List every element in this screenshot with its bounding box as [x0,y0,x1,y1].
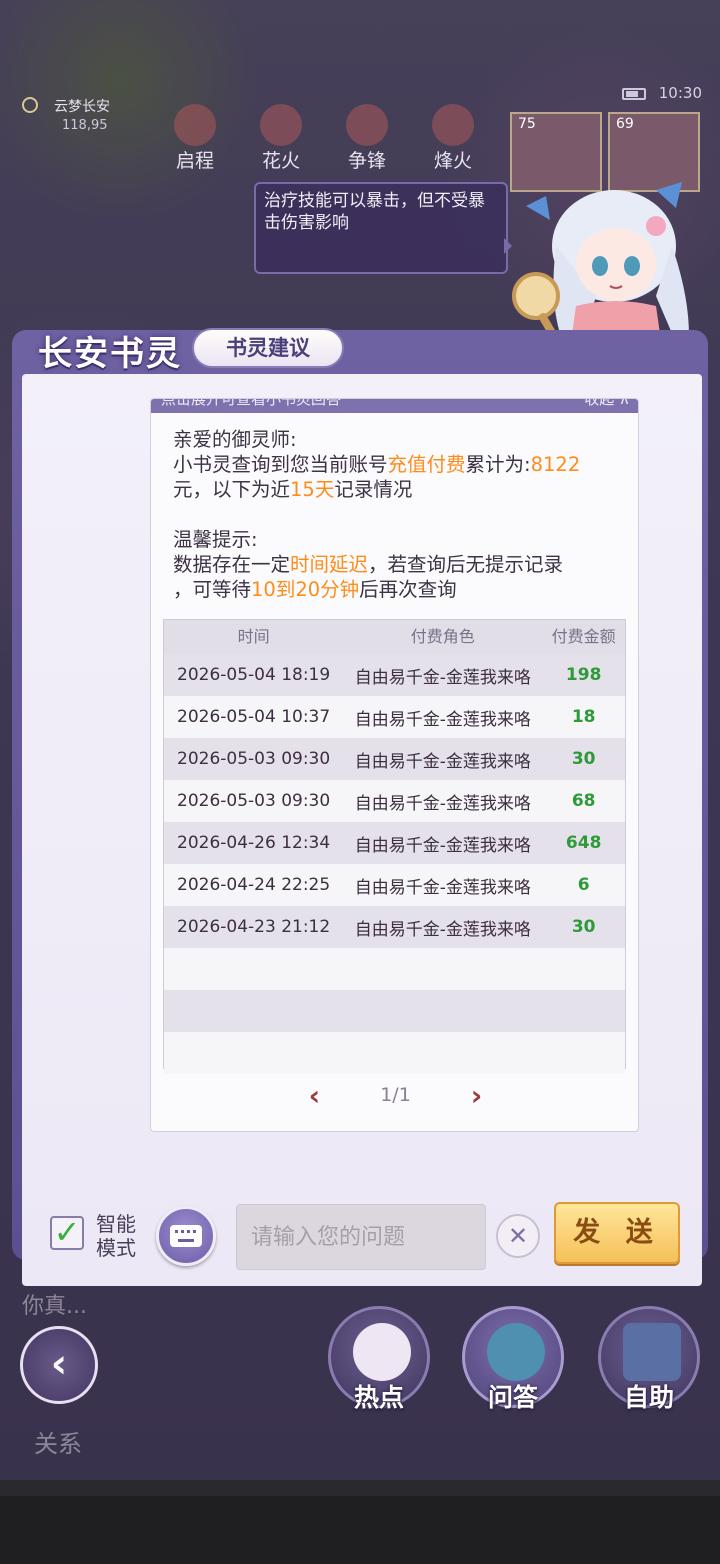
tip2-pre: ，可等待 [173,578,252,601]
mascot-face-icon [353,1323,411,1381]
page-indicator: 1/1 [380,1084,411,1106]
keyboard-button[interactable] [156,1206,216,1266]
question-input[interactable] [236,1204,486,1270]
location-icon [22,97,38,113]
tip1-highlight: 时间延迟 [290,553,369,576]
clear-icon[interactable]: ✕ [496,1214,540,1258]
smart-mode-label-line2: 模式 [96,1236,136,1260]
collapse-toggle[interactable]: 收起 ∧ [584,399,630,413]
nav-hot-label: 热点 [353,1383,404,1412]
cell-time: 2026-05-03 09:30 [177,749,331,769]
table-row: 2026-05-03 09:30 自由易千金-金莲我来咯 30 [164,738,625,780]
answer-card: 点击展开可查看小书灵回答 收起 ∧ 亲爱的御灵师: 小书灵查询到您当前账号充值付… [150,398,639,1132]
cell-amount: 30 [571,749,596,769]
nav-selfhelp-label: 自助 [623,1383,674,1412]
card-header[interactable]: 点击展开可查看小书灵回答 收起 ∧ [151,398,638,413]
location-coord: 118,95 [62,118,108,133]
total-mid: 累计为: [465,453,531,476]
pagination: ‹ 1/1 › [151,1075,638,1115]
total-pre: 小书灵查询到您当前账号 [173,453,388,476]
total-amount: 8122 [530,453,581,476]
clock: 10:30 [658,84,702,102]
cell-time: 2026-05-04 10:37 [177,707,331,727]
selfhelp-icon [623,1323,681,1381]
cell-amount: 30 [571,917,596,937]
scholar-icon [487,1323,545,1381]
tip1-post: ，若查询后无提示记录 [368,553,564,576]
smart-mode-label: 智能 模式 [96,1212,136,1260]
smart-mode-checkbox[interactable]: ✓ [50,1216,84,1250]
cell-time: 2026-04-23 21:12 [177,917,331,937]
cell-role: 自由易千金-金莲我来咯 [354,751,531,772]
cell-role: 自由易千金-金莲我来咯 [354,709,531,730]
nav-qa-label: 问答 [487,1383,538,1412]
cell-time: 2026-04-24 22:25 [177,875,331,895]
menu-item-qicheng[interactable]: 启程 [160,104,230,173]
card-header-hint: 点击展开可查看小书灵回答 [161,398,342,408]
header-time: 时间 [237,627,270,646]
table-row: 2026-04-23 21:12 自由易千金-金莲我来咯 30 [164,906,625,948]
total-highlight: 充值付费 [387,453,466,476]
back-button[interactable]: ‹ [20,1326,98,1404]
header-amount: 付费金额 [551,627,616,646]
menu-item-zhengfeng[interactable]: 争锋 [332,104,402,173]
cell-time: 2026-05-04 18:19 [177,665,331,685]
next-page-icon[interactable]: › [471,1079,483,1112]
send-button[interactable]: 发 送 [554,1202,680,1264]
table-body: 2026-05-04 18:19 自由易千金-金莲我来咯 198 2026-05-0… [164,654,625,1074]
keyboard-icon [170,1225,202,1247]
total-line: 小书灵查询到您当前账号充值付费累计为:8122 [173,452,633,477]
tip-line-1: 数据存在一定时间延迟，若查询后无提示记录 [173,552,633,577]
header-role: 付费角色 [410,627,475,646]
menu-item-fenghuo[interactable]: 烽火 [418,104,488,173]
system-bottom-bar [0,1480,720,1564]
battery-icon [622,88,646,100]
payment-table: 时间 付费角色 付费金额 2026-05-04 18:19 自由易千金-金莲我来咯… [163,619,626,1074]
side-label-top: 你真... [22,1294,87,1319]
cell-time: 2026-04-26 12:34 [177,833,331,853]
cell-role: 自由易千金-金莲我来咯 [354,877,531,898]
tab-advice[interactable]: 书灵建议 [192,328,344,368]
cell-amount: 198 [565,665,602,685]
tip2-post: 后再次查询 [359,578,457,601]
period-highlight: 15天 [290,478,335,501]
cell-role: 自由易千金-金莲我来咯 [354,919,531,940]
location-name: 云梦长安 [54,99,110,115]
tip-line-2: ，可等待10到20分钟后再次查询 [173,577,633,602]
panel-title: 长安书灵 [38,334,182,374]
table-row-empty [164,990,625,1032]
greeting: 亲爱的御灵师: [173,428,297,451]
tip2-highlight: 10到20分钟 [251,578,360,601]
answer-message: 亲爱的御灵师: 小书灵查询到您当前账号充值付费累计为:8122 元，以下为近15… [173,427,633,602]
side-label: 关系 [34,1430,82,1458]
table-row: 2026-05-03 09:30 自由易千金-金莲我来咯 68 [164,780,625,822]
table-row-empty [164,948,625,990]
period-line: 元，以下为近15天记录情况 [173,477,633,502]
table-row: 2026-05-04 10:37 自由易千金-金莲我来咯 18 [164,696,625,738]
smart-mode-label-line1: 智能 [96,1212,136,1236]
cell-time: 2026-05-03 09:30 [177,791,331,811]
cell-amount: 18 [571,707,596,727]
cell-role: 自由易千金-金莲我来咯 [354,835,531,856]
period-post: 记录情况 [334,478,413,501]
period-pre: 元，以下为近 [173,478,291,501]
cell-role: 自由易千金-金莲我来咯 [354,667,531,688]
tip1-pre: 数据存在一定 [173,553,291,576]
table-row: 2026-05-04 18:19 自由易千金-金莲我来咯 198 [164,654,625,696]
cell-amount: 648 [565,833,602,853]
table-row: 2026-04-26 12:34 自由易千金-金莲我来咯 648 [164,822,625,864]
table-row-empty [164,1032,625,1074]
prev-page-icon[interactable]: ‹ [309,1079,321,1112]
cell-amount: 68 [571,791,596,811]
table-header: 时间 付费角色 付费金额 [164,620,625,654]
cell-amount: 6 [577,875,590,895]
table-row: 2026-04-24 22:25 自由易千金-金莲我来咯 6 [164,864,625,906]
speech-bubble: 治疗技能可以暴击，但不受暴击伤害影响 [254,182,512,274]
back-arrow-icon: ‹ [50,1341,68,1387]
tip-title: 温馨提示: [173,528,258,551]
cell-role: 自由易千金-金莲我来咯 [354,793,531,814]
menu-item-huahuo[interactable]: 花火 [246,104,316,173]
top-menu: 启程 花火 争锋 烽火 [160,104,488,173]
